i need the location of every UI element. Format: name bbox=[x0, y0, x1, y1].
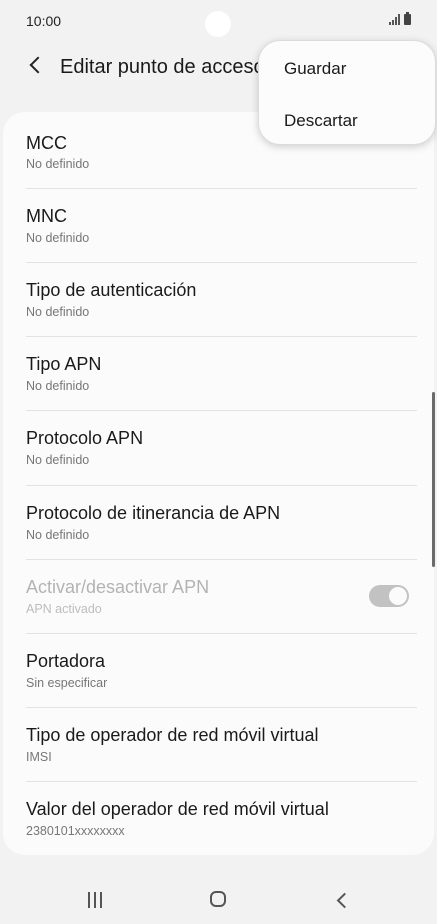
camera-cutout bbox=[205, 11, 231, 37]
setting-title: Tipo de operador de red móvil virtual bbox=[26, 725, 319, 745]
page-title: Editar punto de acceso bbox=[60, 56, 265, 78]
setting-tipo-mvno[interactable]: Tipo de operador de red móvil virtual IM… bbox=[3, 708, 434, 782]
setting-title: Protocolo APN bbox=[26, 428, 144, 448]
setting-title: Tipo APN bbox=[26, 354, 102, 374]
recent-apps-icon[interactable] bbox=[88, 892, 106, 908]
setting-title: Tipo de autenticación bbox=[26, 280, 197, 300]
setting-value: APN activado bbox=[26, 602, 102, 616]
setting-title: MNC bbox=[26, 206, 67, 226]
setting-valor-mvno[interactable]: Valor del operador de red móvil virtual … bbox=[3, 782, 434, 855]
setting-value: No definido bbox=[26, 528, 90, 542]
setting-title: MCC bbox=[26, 133, 67, 153]
status-icons bbox=[389, 12, 411, 25]
setting-title: Valor del operador de red móvil virtual bbox=[26, 799, 329, 819]
toggle-knob bbox=[389, 587, 407, 605]
setting-tipo-apn[interactable]: Tipo APN No definido bbox=[3, 337, 434, 411]
setting-title: Portadora bbox=[26, 651, 106, 671]
setting-value: 2380101xxxxxxxx bbox=[26, 824, 125, 838]
discard-menu-item[interactable]: Descartar bbox=[259, 95, 435, 145]
save-menu-item[interactable]: Guardar bbox=[259, 43, 435, 93]
setting-value: No definido bbox=[26, 231, 90, 245]
status-bar: 10:00 bbox=[0, 0, 437, 42]
setting-value: No definido bbox=[26, 379, 90, 393]
home-icon[interactable] bbox=[210, 891, 226, 907]
setting-value: IMSI bbox=[26, 750, 52, 764]
overflow-menu: Guardar Descartar bbox=[258, 40, 436, 145]
status-time: 10:00 bbox=[26, 13, 62, 29]
apn-toggle bbox=[369, 585, 409, 607]
setting-value: Sin especificar bbox=[26, 676, 108, 690]
back-arrow-icon[interactable] bbox=[22, 52, 48, 78]
scrollbar[interactable] bbox=[432, 392, 435, 567]
setting-value: No definido bbox=[26, 453, 90, 467]
setting-activar-apn: Activar/desactivar APN APN activado bbox=[3, 560, 434, 634]
setting-protocolo-apn[interactable]: Protocolo APN No definido bbox=[3, 411, 434, 485]
setting-value: No definido bbox=[26, 305, 90, 319]
setting-title: Activar/desactivar APN bbox=[26, 577, 210, 597]
signal-icon bbox=[389, 14, 400, 25]
setting-title: Protocolo de itinerancia de APN bbox=[26, 503, 281, 523]
setting-tipo-autenticacion[interactable]: Tipo de autenticación No definido bbox=[3, 263, 434, 337]
setting-portadora[interactable]: Portadora Sin especificar bbox=[3, 634, 434, 708]
navigation-bar bbox=[0, 868, 437, 924]
settings-list: MCC No definido MNC No definido Tipo de … bbox=[3, 112, 434, 855]
setting-value: No definido bbox=[26, 157, 90, 171]
setting-protocolo-itinerancia[interactable]: Protocolo de itinerancia de APN No defin… bbox=[3, 486, 434, 560]
save-menu-label: Guardar bbox=[284, 59, 347, 78]
battery-icon bbox=[404, 12, 411, 25]
nav-back-icon[interactable] bbox=[332, 890, 352, 910]
setting-mnc[interactable]: MNC No definido bbox=[3, 189, 434, 263]
discard-menu-label: Descartar bbox=[284, 111, 358, 130]
